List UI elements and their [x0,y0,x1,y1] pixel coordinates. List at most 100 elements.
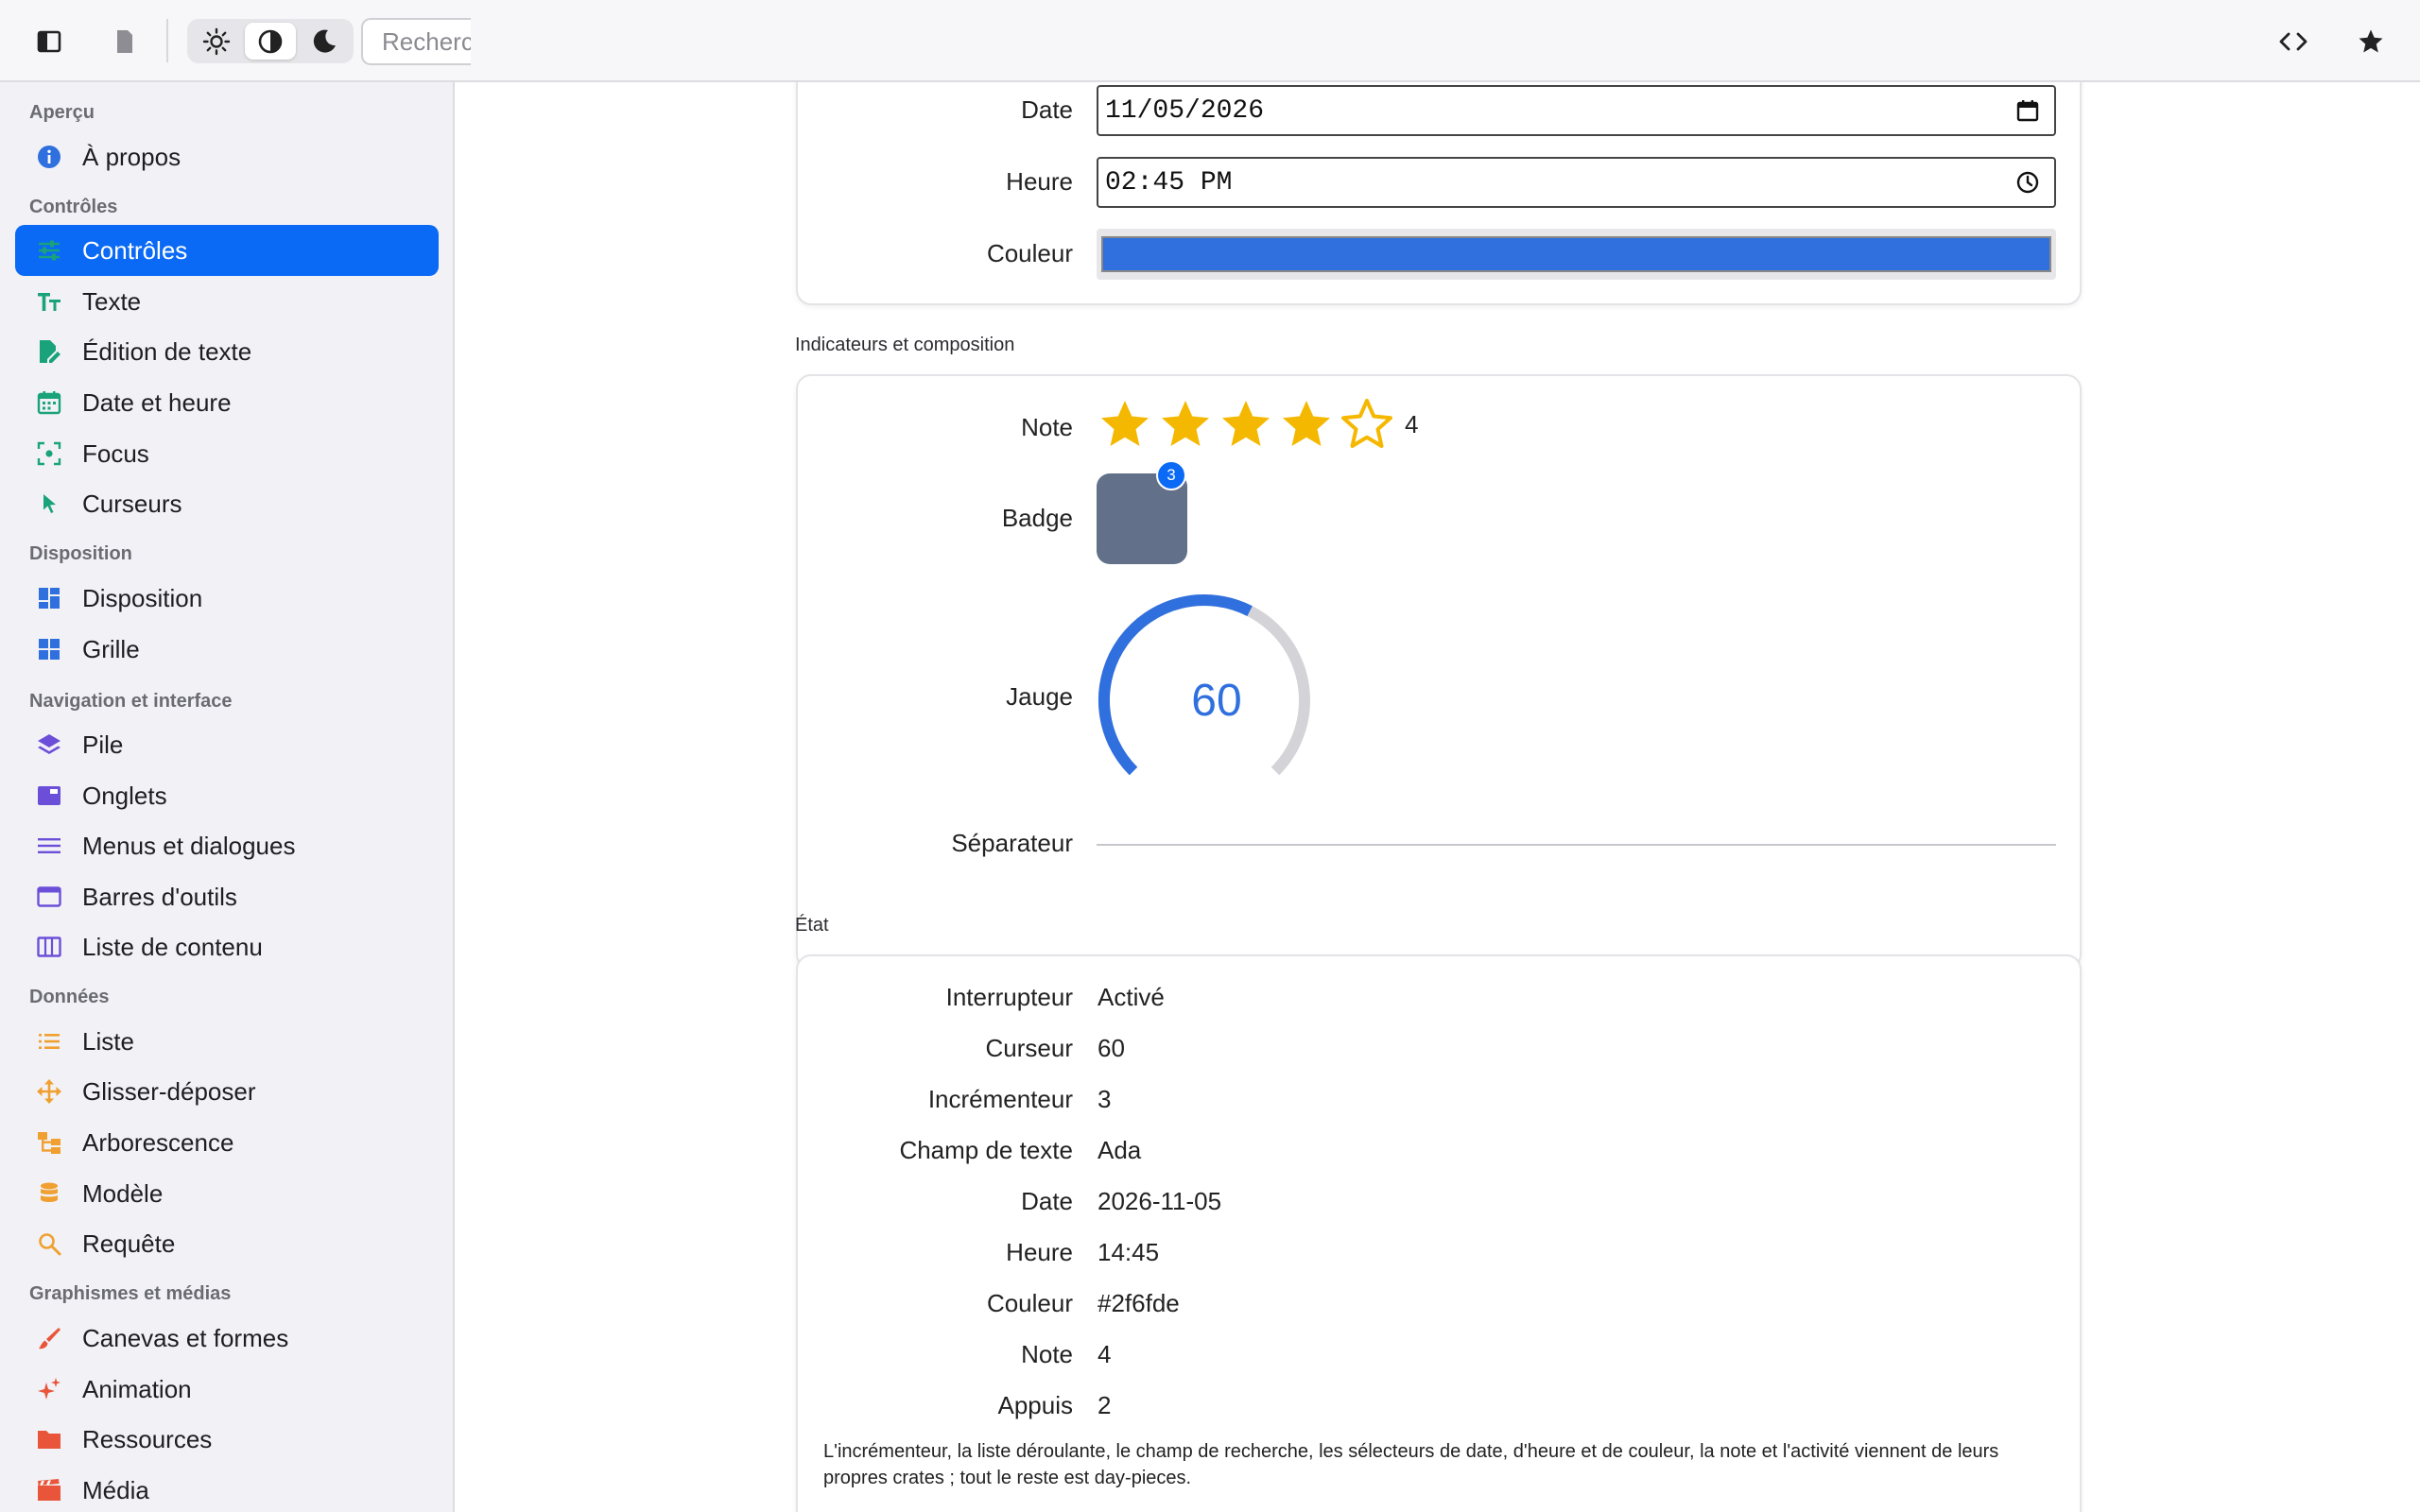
state-label-date: Date [1021,1187,1073,1215]
database-icon [25,1168,74,1219]
badge-label: Badge [1001,504,1073,532]
sidebar-item-label: Liste [82,1026,134,1056]
sidebar-item-label: Requête [82,1228,176,1258]
focus-icon [25,428,74,479]
sidebar-item-label: Barres d'outils [82,882,237,911]
sidebar-item-animation[interactable]: Animation [15,1364,439,1415]
top-toolbar [0,0,2420,82]
brush-icon [25,1313,74,1364]
sidebar-item-barres-outils[interactable]: Barres d'outils [15,871,439,922]
sidebar-item-label: Focus [82,438,149,468]
sidebar-item-menus[interactable]: Menus et dialogues [15,820,439,871]
sidebar-item-requete[interactable]: Requête [15,1218,439,1269]
sidebar-item-onglets[interactable]: Onglets [15,770,439,821]
theme-switcher [187,19,354,63]
sidebar-item-media[interactable]: Média [15,1465,439,1512]
rating-star[interactable] [1218,396,1274,453]
sidebar-item-glisser-deposer[interactable]: Glisser-déposer [15,1066,439,1117]
sidebar-item-disposition[interactable]: Disposition [15,573,439,624]
sidebar-section-graphismes: Graphismes et médias [29,1283,232,1304]
date-label: Date [1021,95,1073,124]
indicators-card [796,374,2082,970]
sidebar-item-focus[interactable]: Focus [15,428,439,479]
sidebar-item-label: Pile [82,730,124,759]
sidebar-item-label: Ressources [82,1424,213,1453]
rating-count: 4 [1405,409,1419,438]
state-section-title: État [795,915,829,936]
sidebar-toggle-button[interactable] [26,21,72,62]
sidebar-section-donnees: Données [29,987,110,1007]
film-icon [25,1465,74,1512]
folder-icon [25,1414,74,1465]
indicators-section-title: Indicateurs et composition [795,335,1015,355]
sliders-icon [25,225,74,276]
favorite-button[interactable] [2348,21,2394,62]
rating-star[interactable] [1157,396,1214,453]
sidebar-item-label: Texte [82,286,142,316]
time-input[interactable]: 02:45 PM [1097,157,2056,208]
sidebar-item-liste[interactable]: Liste [15,1016,439,1067]
rating-star[interactable] [1097,396,1153,453]
sidebar-item-controles[interactable]: Contrôles [15,225,439,276]
text-icon [25,276,74,327]
date-input[interactable]: 11/05/2026 [1097,85,2056,136]
clock-picker-button[interactable] [2009,163,2047,201]
state-label-appuis: Appuis [997,1391,1074,1419]
sidebar-item-label: Animation [82,1374,192,1403]
sidebar-section-disposition: Disposition [29,543,132,564]
sidebar-item-pile[interactable]: Pile [15,719,439,770]
sidebar-item-label: Menus et dialogues [82,831,296,860]
calendar-icon [25,377,74,428]
state-label-note: Note [1021,1340,1073,1368]
sidebar-item-label: Date et heure [82,387,232,417]
color-input[interactable] [1097,229,2056,280]
state-label-interrupteur: Interrupteur [945,983,1073,1011]
sidebar-item-a-propos[interactable]: À propos [15,131,439,182]
document-button[interactable] [102,21,147,62]
document-icon [117,30,132,53]
sidebar-item-curseurs[interactable]: Curseurs [15,478,439,529]
sidebar-item-label: Modèle [82,1178,164,1208]
cursor-icon [25,478,74,529]
view-list-icon [25,921,74,972]
state-label-curseur: Curseur [985,1034,1073,1062]
star-rating[interactable]: 4 [1097,396,1418,453]
sidebar-item-date-heure[interactable]: Date et heure [15,377,439,428]
search-field[interactable] [361,18,471,65]
theme-dark-option[interactable] [299,23,350,60]
sidebar-item-modele[interactable]: Modèle [15,1168,439,1219]
sidebar-item-arborescence[interactable]: Arborescence [15,1117,439,1168]
sidebar-item-ressources[interactable]: Ressources [15,1414,439,1465]
rating-star[interactable] [1339,396,1395,453]
state-label-couleur: Couleur [986,1289,1073,1317]
state-value-curseur: 60 [1098,1034,1125,1062]
state-label-incrementeur: Incrémenteur [927,1085,1073,1113]
state-value-champ-texte: Ada [1098,1136,1142,1164]
info-icon [25,131,74,182]
sidebar-item-label: Canevas et formes [82,1323,289,1352]
sidebar-item-label: Disposition [82,583,203,612]
tab-icon [25,770,74,821]
theme-light-option[interactable] [191,23,242,60]
sidebar-item-edition-texte[interactable]: Édition de texte [15,326,439,377]
sun-icon [202,27,231,55]
sidebar-item-canevas[interactable]: Canevas et formes [15,1313,439,1364]
tree-icon [25,1117,74,1168]
state-value-appuis: 2 [1098,1391,1112,1419]
view-source-button[interactable] [2271,21,2316,62]
rating-star[interactable] [1278,396,1335,453]
grid-icon [25,624,74,675]
sidebar-item-grille[interactable]: Grille [15,624,439,675]
sidebar-item-liste-contenu[interactable]: Liste de contenu [15,921,439,972]
time-label: Heure [1006,167,1073,196]
theme-auto-option[interactable] [245,23,296,60]
gauge: 60 [1098,594,1310,776]
edit-document-icon [25,326,74,377]
sidebar-item-texte[interactable]: Texte [15,276,439,327]
calendar-picker-button[interactable] [2009,92,2047,129]
sparkle-icon [25,1364,74,1415]
search-input[interactable] [363,20,471,63]
time-value: 02:45 PM [1105,167,1233,198]
main-content: Date 11/05/2026 Heure 02:45 PM Couleur I… [457,82,2420,1512]
separator-line [1097,844,2056,846]
